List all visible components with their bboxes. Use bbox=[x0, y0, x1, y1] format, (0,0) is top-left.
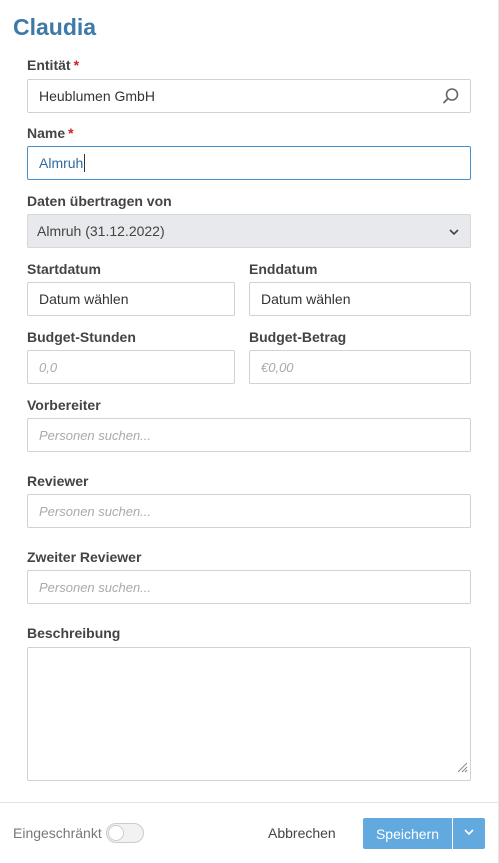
restricted-label: Eingeschränkt bbox=[13, 825, 102, 841]
budget-hours-label: Budget-Stunden bbox=[27, 329, 136, 345]
save-options-button[interactable] bbox=[453, 818, 485, 849]
end-date-value: Datum wählen bbox=[261, 291, 351, 307]
budget-amount-input[interactable]: €0,00 bbox=[249, 350, 471, 384]
transfer-selected-value: Almruh (31.12.2022) bbox=[37, 223, 165, 239]
chevron-down-icon bbox=[448, 225, 460, 241]
save-button[interactable]: Speichern bbox=[363, 818, 452, 849]
form-title: Claudia bbox=[13, 14, 97, 40]
second-reviewer-search-input[interactable]: Personen suchen... bbox=[27, 570, 471, 604]
entity-field[interactable]: Heublumen GmbH bbox=[27, 79, 471, 113]
name-value: Almruh bbox=[39, 155, 84, 171]
budget-amount-label: Budget-Betrag bbox=[249, 329, 347, 345]
entity-label: Entität * bbox=[27, 57, 79, 73]
preparer-placeholder: Personen suchen... bbox=[39, 427, 152, 443]
reviewer-label: Reviewer bbox=[27, 473, 89, 489]
name-label-text: Name bbox=[27, 125, 66, 141]
preparer-label: Vorbereiter bbox=[27, 397, 101, 413]
transfer-label: Daten übertragen von bbox=[27, 193, 172, 209]
end-date-field[interactable]: Datum wählen bbox=[249, 282, 471, 316]
resize-handle-icon[interactable] bbox=[456, 760, 468, 778]
toggle-knob bbox=[108, 825, 124, 841]
second-reviewer-label: Zweiter Reviewer bbox=[27, 549, 142, 565]
start-date-field[interactable]: Datum wählen bbox=[27, 282, 235, 316]
text-cursor bbox=[84, 154, 86, 172]
description-label: Beschreibung bbox=[27, 625, 121, 641]
start-date-label: Startdatum bbox=[27, 261, 101, 277]
entity-label-text: Entität bbox=[27, 57, 71, 73]
required-marker: * bbox=[68, 125, 74, 141]
search-icon[interactable] bbox=[442, 87, 460, 108]
name-label: Name * bbox=[27, 125, 74, 141]
budget-hours-input[interactable]: 0,0 bbox=[27, 350, 235, 384]
start-date-value: Datum wählen bbox=[39, 291, 129, 307]
description-textarea[interactable] bbox=[27, 647, 471, 781]
budget-hours-placeholder: 0,0 bbox=[39, 359, 58, 375]
transfer-select[interactable]: Almruh (31.12.2022) bbox=[27, 214, 471, 248]
preparer-search-input[interactable]: Personen suchen... bbox=[27, 418, 471, 452]
end-date-label: Enddatum bbox=[249, 261, 318, 277]
chevron-down-icon bbox=[463, 826, 475, 841]
required-marker: * bbox=[73, 57, 80, 73]
second-reviewer-placeholder: Personen suchen... bbox=[39, 579, 152, 595]
restricted-toggle[interactable] bbox=[106, 823, 144, 843]
name-input[interactable]: Almruh bbox=[27, 146, 471, 180]
entity-value: Heublumen GmbH bbox=[39, 88, 155, 104]
project-form-panel: Claudia Entität * Heublumen GmbH Name * Al… bbox=[0, 0, 499, 863]
budget-amount-placeholder: €0,00 bbox=[261, 359, 294, 375]
cancel-button[interactable]: Abbrechen bbox=[268, 825, 336, 841]
footer-divider bbox=[0, 802, 498, 803]
reviewer-placeholder: Personen suchen... bbox=[39, 503, 152, 519]
reviewer-search-input[interactable]: Personen suchen... bbox=[27, 494, 471, 528]
